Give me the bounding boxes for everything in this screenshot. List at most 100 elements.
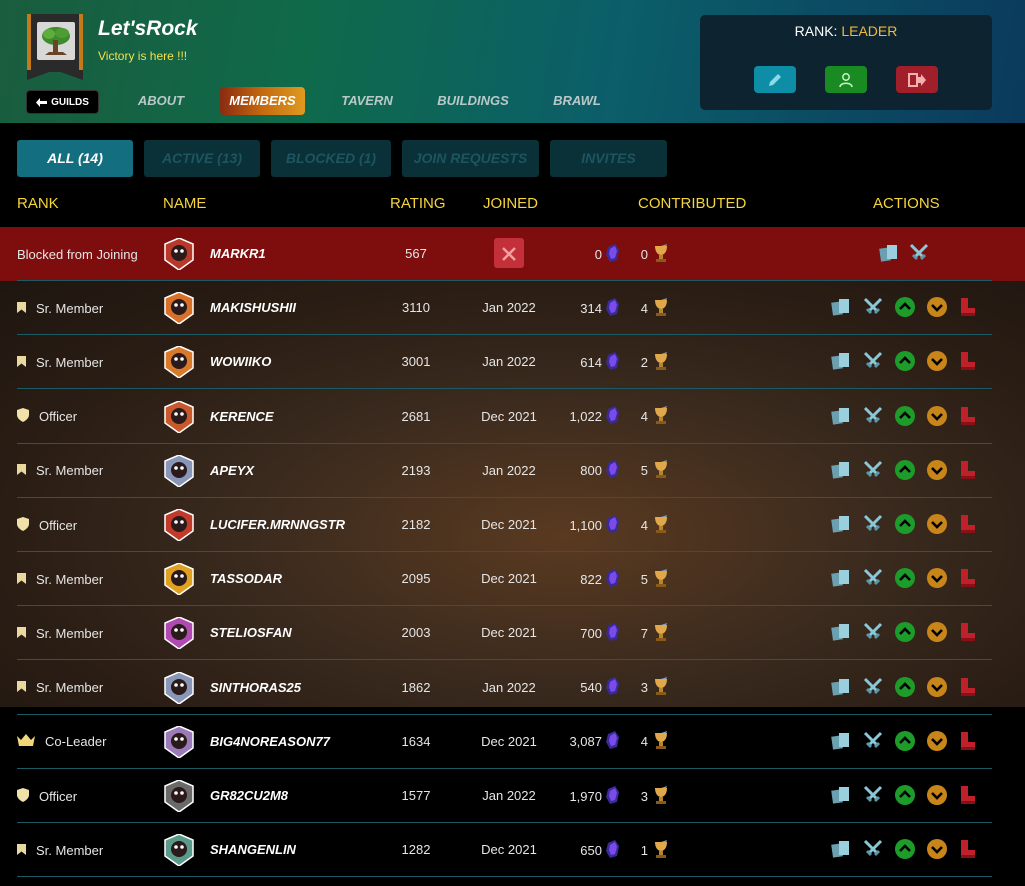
tab-buildings[interactable]: BUILDINGS xyxy=(430,87,516,115)
player-name[interactable]: WOWIIKO xyxy=(210,335,271,389)
player-name[interactable]: APEYX xyxy=(210,444,254,498)
demote-icon[interactable] xyxy=(926,676,948,698)
avatar[interactable] xyxy=(163,399,195,434)
back-to-guilds-button[interactable]: GUILDS xyxy=(26,90,99,114)
table-row: Sr. Member WOWIIKO 3001 Jan 2022 614 2 xyxy=(0,335,1025,390)
demote-icon[interactable] xyxy=(926,459,948,481)
demote-icon[interactable] xyxy=(926,838,948,860)
avatar[interactable] xyxy=(163,345,195,380)
tab-tavern[interactable]: TAVERN xyxy=(336,87,398,115)
promote-icon[interactable] xyxy=(894,350,916,372)
crystal-count: 700 xyxy=(580,625,602,641)
kick-icon[interactable] xyxy=(957,784,979,806)
battle-history-icon[interactable] xyxy=(862,405,884,427)
battle-history-icon[interactable] xyxy=(862,459,884,481)
kick-icon[interactable] xyxy=(957,838,979,860)
battle-history-icon[interactable] xyxy=(862,621,884,643)
avatar[interactable] xyxy=(163,724,195,759)
player-name[interactable]: LUCIFER.MRNNGSTR xyxy=(210,498,345,552)
player-name[interactable]: SHANGENLIN xyxy=(210,823,296,877)
tab-brawl[interactable]: BRAWL xyxy=(548,87,606,115)
blocked-x-icon[interactable] xyxy=(494,238,524,268)
demote-icon[interactable] xyxy=(926,784,948,806)
kick-icon[interactable] xyxy=(957,513,979,535)
demote-icon[interactable] xyxy=(926,621,948,643)
battle-history-icon[interactable] xyxy=(862,350,884,372)
battle-history-icon[interactable] xyxy=(862,784,884,806)
player-name[interactable]: MARKR1 xyxy=(210,227,266,281)
kick-icon[interactable] xyxy=(957,405,979,427)
battle-history-icon[interactable] xyxy=(862,838,884,860)
kick-icon[interactable] xyxy=(957,621,979,643)
demote-icon[interactable] xyxy=(926,730,948,752)
battle-history-icon[interactable] xyxy=(862,730,884,752)
tab-about[interactable]: ABOUT xyxy=(132,87,190,115)
avatar[interactable] xyxy=(163,670,195,705)
filter-active[interactable]: ACTIVE (13) xyxy=(144,140,260,177)
demote-icon[interactable] xyxy=(926,513,948,535)
promote-icon[interactable] xyxy=(894,513,916,535)
battle-history-icon[interactable] xyxy=(862,567,884,589)
battle-history-icon[interactable] xyxy=(908,242,930,264)
player-name[interactable]: SINTHORAS25 xyxy=(210,661,301,715)
kick-icon[interactable] xyxy=(957,567,979,589)
card-collection-icon[interactable] xyxy=(830,676,852,698)
card-collection-icon[interactable] xyxy=(830,621,852,643)
card-collection-icon[interactable] xyxy=(830,567,852,589)
card-collection-icon[interactable] xyxy=(830,405,852,427)
card-collection-icon[interactable] xyxy=(830,350,852,372)
filter-join-requests[interactable]: JOIN REQUESTS xyxy=(402,140,539,177)
demote-icon[interactable] xyxy=(926,567,948,589)
card-collection-icon[interactable] xyxy=(830,730,852,752)
avatar[interactable] xyxy=(163,616,195,651)
player-name[interactable]: KERENCE xyxy=(210,390,274,444)
battle-history-icon[interactable] xyxy=(862,676,884,698)
crystal-icon xyxy=(606,677,620,698)
card-collection-icon[interactable] xyxy=(830,459,852,481)
card-collection-icon[interactable] xyxy=(830,513,852,535)
kick-icon[interactable] xyxy=(957,296,979,318)
card-collection-icon[interactable] xyxy=(830,784,852,806)
avatar[interactable] xyxy=(163,453,195,488)
player-name[interactable]: BIG4NOREASON77 xyxy=(210,715,330,769)
promote-icon[interactable] xyxy=(894,296,916,318)
crystal-icon xyxy=(606,785,620,807)
kick-icon[interactable] xyxy=(957,459,979,481)
avatar[interactable] xyxy=(163,237,195,271)
promote-icon[interactable] xyxy=(894,730,916,752)
player-name[interactable]: STELIOSFAN xyxy=(210,606,292,660)
promote-icon[interactable] xyxy=(894,621,916,643)
avatar[interactable] xyxy=(163,833,195,868)
player-name[interactable]: MAKISHUSHII xyxy=(210,281,296,335)
demote-icon[interactable] xyxy=(926,350,948,372)
edit-guild-button[interactable] xyxy=(754,66,796,93)
card-collection-icon[interactable] xyxy=(878,242,900,264)
promote-icon[interactable] xyxy=(894,838,916,860)
battle-history-icon[interactable] xyxy=(862,296,884,318)
demote-icon[interactable] xyxy=(926,405,948,427)
kick-icon[interactable] xyxy=(957,676,979,698)
tab-members[interactable]: MEMBERS xyxy=(220,87,305,115)
avatar[interactable] xyxy=(163,508,195,542)
filter-invites[interactable]: INVITES xyxy=(550,140,667,177)
leave-guild-button[interactable] xyxy=(896,66,938,93)
promote-icon[interactable] xyxy=(894,459,916,481)
promote-icon[interactable] xyxy=(894,676,916,698)
filter-blocked[interactable]: BLOCKED (1) xyxy=(271,140,391,177)
kick-icon[interactable] xyxy=(957,350,979,372)
avatar[interactable] xyxy=(163,562,195,597)
promote-icon[interactable] xyxy=(894,784,916,806)
battle-history-icon[interactable] xyxy=(862,513,884,535)
avatar[interactable] xyxy=(163,779,195,813)
promote-icon[interactable] xyxy=(894,567,916,589)
manage-members-button[interactable] xyxy=(825,66,867,93)
kick-icon[interactable] xyxy=(957,730,979,752)
player-name[interactable]: TASSODAR xyxy=(210,552,282,606)
card-collection-icon[interactable] xyxy=(830,296,852,318)
player-name[interactable]: GR82CU2M8 xyxy=(210,769,288,823)
demote-icon[interactable] xyxy=(926,296,948,318)
card-collection-icon[interactable] xyxy=(830,838,852,860)
avatar[interactable] xyxy=(163,291,195,326)
promote-icon[interactable] xyxy=(894,405,916,427)
filter-all[interactable]: ALL (14) xyxy=(17,140,133,177)
